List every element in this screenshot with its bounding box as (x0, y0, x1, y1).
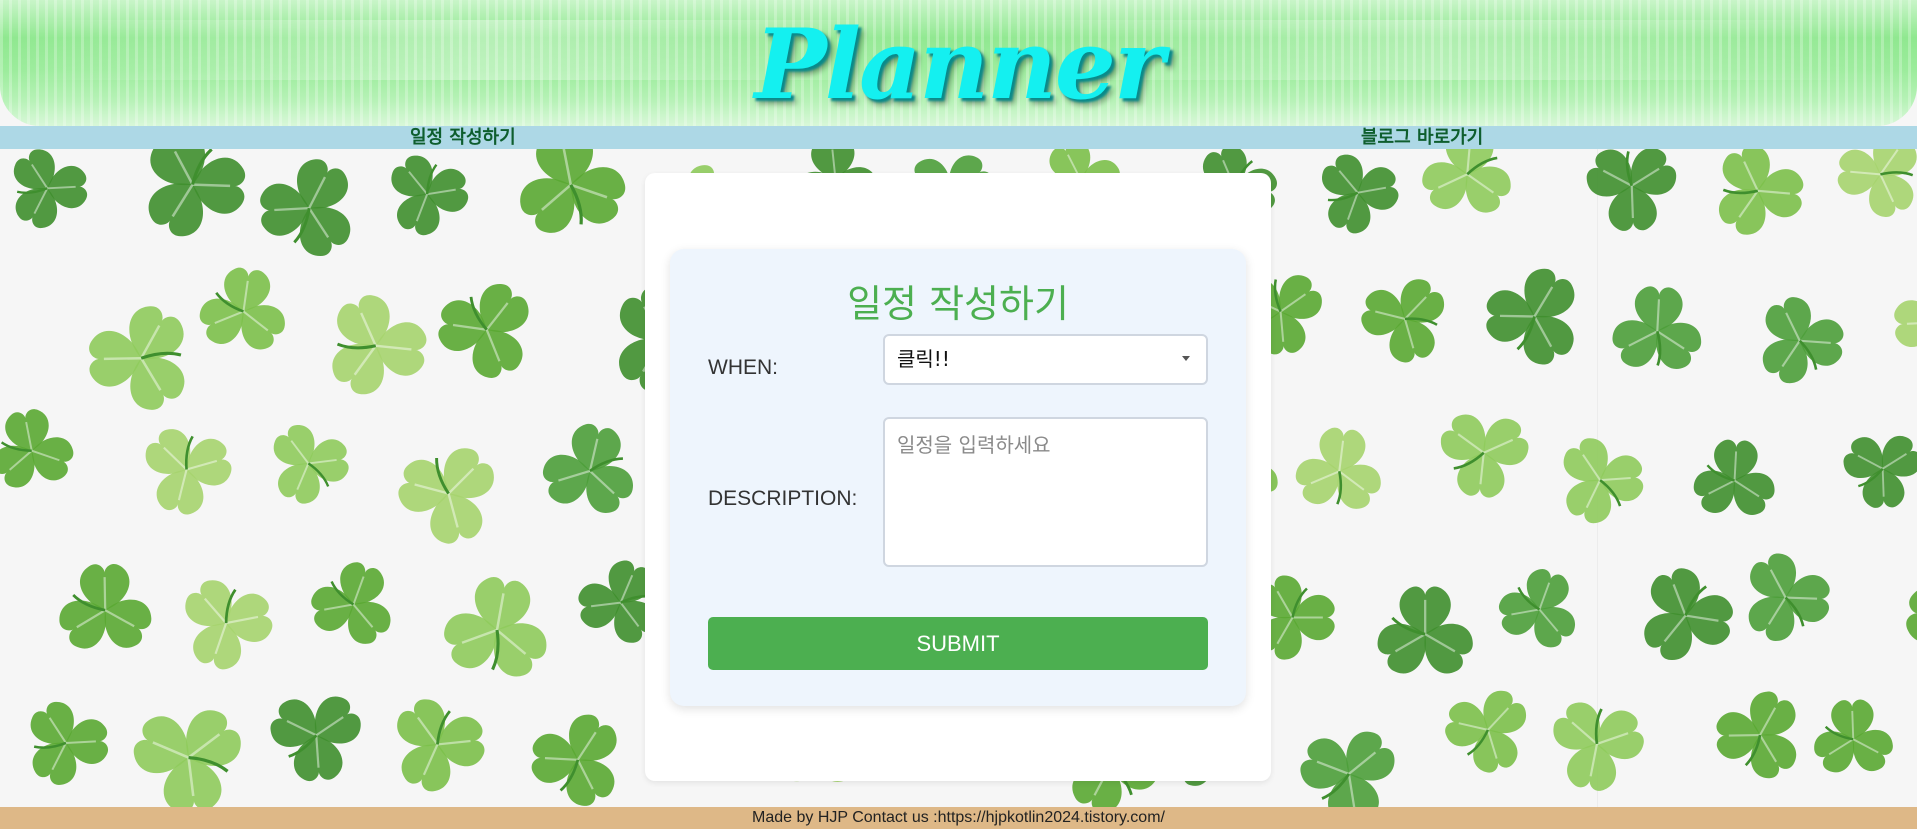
nav-bar: 일정 작성하기 블로그 바로가기 (0, 126, 1917, 149)
clover-icon (1762, 296, 1844, 383)
clover-icon (1361, 279, 1445, 363)
clover-icon (30, 701, 108, 785)
clover-icon (13, 149, 87, 229)
description-label: DESCRIPTION: (708, 487, 858, 510)
clover-icon (1564, 437, 1644, 523)
clover-icon (438, 284, 529, 379)
clover-icon (520, 149, 626, 233)
planner-logo: Planner (754, 8, 1164, 121)
clover-icon (1843, 435, 1917, 508)
footer: Made by HJP Contact us :https://hjpkotli… (0, 807, 1917, 829)
clover-icon (133, 710, 241, 807)
nav-link-blog[interactable]: 블로그 바로가기 (1361, 126, 1483, 149)
chevron-down-icon (1182, 356, 1190, 361)
clover-icon (1718, 149, 1803, 235)
when-select[interactable]: 클릭!! (883, 334, 1208, 385)
header-banner: Planner (0, 0, 1917, 126)
when-select-value: 클릭!! (897, 347, 950, 371)
clover-icon (1377, 586, 1474, 674)
clover-icon (1906, 586, 1917, 643)
clover-icon (1586, 149, 1677, 231)
clover-icon (1300, 731, 1395, 807)
clover-icon (1440, 414, 1528, 498)
clover-icon (398, 448, 494, 544)
clover-icon (1814, 699, 1893, 773)
clover-icon (444, 577, 547, 677)
clover-icon (1643, 568, 1733, 660)
clover-icon (532, 715, 617, 807)
clover-icon (149, 149, 246, 237)
clover-icon (1749, 553, 1831, 641)
clover-icon (1499, 568, 1576, 647)
clover-icon (145, 428, 232, 515)
clover-icon (1553, 702, 1645, 792)
clover-icon (543, 423, 634, 513)
form-title: 일정 작성하기 (847, 282, 1069, 326)
clover-icon (1445, 690, 1527, 773)
when-label: WHEN: (708, 356, 778, 379)
clover-icon (397, 699, 485, 792)
clover-icon (0, 408, 74, 488)
clover-icon (59, 564, 152, 649)
clover-icon (391, 155, 469, 236)
clover-icon (273, 424, 349, 504)
clover-icon (1612, 286, 1702, 369)
clover-icon (270, 696, 361, 782)
clover-icon (260, 159, 351, 257)
clover-icon (1837, 149, 1917, 218)
clover-icon (1295, 427, 1381, 509)
nav-link-write-schedule[interactable]: 일정 작성하기 (410, 126, 516, 149)
clover-icon (1421, 149, 1511, 213)
clover-icon (311, 562, 391, 644)
clover-icon (332, 295, 427, 395)
clover-icon (1693, 439, 1775, 516)
clover-icon (1893, 300, 1917, 347)
clover-icon (88, 306, 185, 410)
submit-button[interactable]: SUBMIT (708, 617, 1208, 670)
clover-icon (185, 580, 273, 669)
clover-icon (1322, 155, 1399, 234)
clover-icon (1485, 268, 1574, 365)
description-input[interactable] (883, 417, 1208, 567)
clover-icon (199, 267, 285, 350)
clover-icon (1716, 691, 1796, 778)
